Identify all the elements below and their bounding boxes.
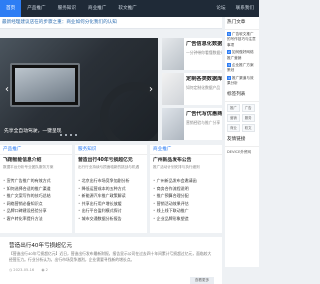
list-item[interactable]: 出行平台盈利模式探讨 xyxy=(78,207,144,215)
sidebar-heading-hot: 热门文章 xyxy=(225,17,259,30)
column-business: 商业推广 广州新品发布公告 推广活动计划安排与执行细则 广州新品发布会邀请函 商… xyxy=(150,145,222,233)
top-navbar: 首页 产品推广 服务知识 商业推广 软文推广 论坛 联系我们 xyxy=(0,0,259,17)
list-item[interactable]: 宣传广告推广的有效方式 xyxy=(3,177,69,185)
column-list: 广州新品发布会邀请函 商务合作流程说明 推广预算合理分配 营销活动效果评估 线上… xyxy=(150,175,222,225)
nav-item-home[interactable]: 首页 xyxy=(0,0,22,17)
featured-subtitle: 营销经验与推广分享 xyxy=(186,120,221,125)
featured-title[interactable]: 广告代写优惠商用通 xyxy=(186,111,222,118)
list-item[interactable]: 新能源汽车推广政策解读 xyxy=(78,192,144,200)
sidebar: 热门文章 1 广告软文推广的写作技巧与注意事项 2 如何做好网络推广营销 3 企业推广… xyxy=(225,17,259,267)
hero-slider[interactable]: ‹ › 先享全自动驾驶，一键呈现 xyxy=(0,38,158,141)
article-meta: ◷ 2023-05-16 ◉ 2 xyxy=(9,268,48,272)
featured-title[interactable]: 定制各类数据库数据 xyxy=(186,76,222,83)
news-ticker: 最新经理建议店在的步骤之重：商业如何分化我们的认知 xyxy=(0,17,222,29)
column-summary: 数据平台分析专业团队服务方案 xyxy=(3,165,54,169)
list-item[interactable]: 如何选择合适的推广渠道 xyxy=(3,185,69,193)
main-content: 最新经理建议店在的步骤之重：商业如何分化我们的认知 ‹ › 先享全自动驾驶，一键… xyxy=(0,17,222,284)
featured-subtitle: 一分钟带你看懂数据分析 xyxy=(186,50,222,55)
list-item[interactable]: 推广预算合理分配 xyxy=(153,192,219,200)
featured-subtitle: 如何定制化数据产品 xyxy=(186,85,221,90)
hero-image-dashboard xyxy=(10,63,80,107)
column-heading[interactable]: 产品推广 xyxy=(0,145,72,155)
hero-caption[interactable]: 先享全自动驾驶，一键呈现 xyxy=(4,127,62,134)
ticker-text[interactable]: 最新经理建议店在的步骤之重：商业如何分化我们的认知 xyxy=(0,17,222,29)
column-heading[interactable]: 服务知识 xyxy=(75,145,147,155)
list-item[interactable]: 2 如何做好网络推广营销 xyxy=(227,49,257,62)
column-title[interactable]: 飞翔智能信息介绍 xyxy=(0,155,72,165)
main-nav: 首页 产品推广 服务知识 商业推广 软文推广 xyxy=(0,0,143,17)
tag-item[interactable]: 软文 xyxy=(241,123,255,132)
column-summary: 出行行业持续亏损面临新的挑战与机遇 xyxy=(78,165,140,169)
list-item[interactable]: 1 广告软文推广的写作技巧与注意事项 xyxy=(227,31,257,49)
tag-item[interactable]: 营销 xyxy=(227,113,240,122)
list-item[interactable]: 企业品牌形象塑造 xyxy=(153,215,219,223)
column-summary: 推广活动计划安排与执行细则 xyxy=(153,165,200,169)
nav-item-contact[interactable]: 联系我们 xyxy=(231,0,259,17)
list-item[interactable]: 城市交通数据分析报告 xyxy=(78,215,144,223)
tag-item[interactable]: 服务 xyxy=(241,113,255,122)
slider-dots[interactable] xyxy=(60,134,77,136)
list-item[interactable]: 商务合作流程说明 xyxy=(153,185,219,193)
featured-thumbnail xyxy=(162,38,184,70)
featured-thumbnail xyxy=(162,73,184,105)
column-title[interactable]: 营造出行40年亏损超亿元 xyxy=(75,155,147,165)
sidebar-heading-friends: 友情链接 xyxy=(225,134,259,147)
article-views: 2 xyxy=(45,268,48,272)
article-date: 2023-05-16 xyxy=(13,268,35,272)
nav-item-products[interactable]: 产品推广 xyxy=(21,0,51,17)
nav-item-forum[interactable]: 论坛 xyxy=(211,0,230,17)
list-item[interactable]: 营销活动效果评估 xyxy=(153,200,219,208)
friend-link[interactable]: DEVICE外贸网 xyxy=(225,147,259,158)
featured-thumbnail xyxy=(162,108,184,140)
article-title[interactable]: 营造出行40年亏损超亿元 xyxy=(9,241,72,249)
tag-item[interactable]: 广告 xyxy=(241,103,255,112)
article-excerpt: 【营造出行40年亏损超亿元】近日，营造出行发布最新财报，报告显示公司在过去四十年… xyxy=(9,251,212,262)
hot-list: 1 广告软文推广的写作技巧与注意事项 2 如何做好网络推广营销 3 企业推广方案策划 … xyxy=(225,30,259,89)
tag-cloud: 推广 广告 营销 服务 商业 软文 xyxy=(225,102,259,134)
list-item[interactable]: 4 推广渠道与效果分析 xyxy=(227,75,257,88)
prev-arrow-icon[interactable]: ‹ xyxy=(2,83,12,97)
list-item[interactable]: 共享出行用户增长放缓 xyxy=(78,200,144,208)
nav-item-softtext[interactable]: 软文推广 xyxy=(112,0,142,17)
featured-card[interactable]: 广告代写优惠商用通 营销经验与推广分享 xyxy=(162,108,222,140)
featured-card[interactable]: 定制各类数据库数据 如何定制化数据产品 xyxy=(162,73,222,105)
sidebar-heading-tags: 标签列表 xyxy=(225,89,259,102)
nav-right: 论坛 联系我们 xyxy=(211,0,259,17)
read-more-button[interactable]: 查看更多 xyxy=(190,277,214,284)
featured-card[interactable]: 广告信息化数据运营 一分钟带你看懂数据分析 xyxy=(162,38,222,70)
tag-item[interactable]: 商业 xyxy=(227,123,240,132)
list-item[interactable]: 广州新品发布会邀请函 xyxy=(153,177,219,185)
column-title[interactable]: 广州新品发布公告 xyxy=(150,155,222,165)
nav-item-business[interactable]: 商业推广 xyxy=(82,0,112,17)
nav-item-service[interactable]: 服务知识 xyxy=(52,0,82,17)
article-card: 营造出行40年亏损超亿元 【营造出行40年亏损超亿元】近日，营造出行发布最新财报… xyxy=(0,237,222,284)
column-list: 宣传广告推广的有效方式 如何选择合适的推广渠道 推广文案写作的技巧总结 网络营销… xyxy=(0,175,72,225)
column-products: 产品推广 飞翔智能信息介绍 数据平台分析专业团队服务方案 宣传广告推广的有效方式… xyxy=(0,145,72,233)
list-item[interactable]: 北京出行市场竞争加剧分析 xyxy=(78,177,144,185)
column-service: 服务知识 营造出行40年亏损超亿元 出行行业持续亏损面临新的挑战与机遇 北京出行… xyxy=(75,145,147,233)
column-heading[interactable]: 商业推广 xyxy=(150,145,222,155)
featured-title[interactable]: 广告信息化数据运营 xyxy=(186,41,222,48)
next-arrow-icon[interactable]: › xyxy=(146,83,156,97)
list-item[interactable]: 推广文案写作的技巧总结 xyxy=(3,192,69,200)
list-item[interactable]: 客户转化率提升方法 xyxy=(3,215,69,223)
list-item[interactable]: 线上线下联动推广 xyxy=(153,207,219,215)
tag-item[interactable]: 推广 xyxy=(227,103,240,112)
list-item[interactable]: 降低运营成本的五种方式 xyxy=(78,185,144,193)
column-list: 北京出行市场竞争加剧分析 降低运营成本的五种方式 新能源汽车推广政策解读 共享出… xyxy=(75,175,147,225)
list-item[interactable]: 3 企业推广方案策划 xyxy=(227,62,257,75)
list-item[interactable]: 网络营销必备知识点 xyxy=(3,200,69,208)
hot-item-label[interactable]: 广告软文推广的写作技巧与注意事项 xyxy=(227,32,256,47)
list-item[interactable]: 品牌口碑建设经验分享 xyxy=(3,207,69,215)
